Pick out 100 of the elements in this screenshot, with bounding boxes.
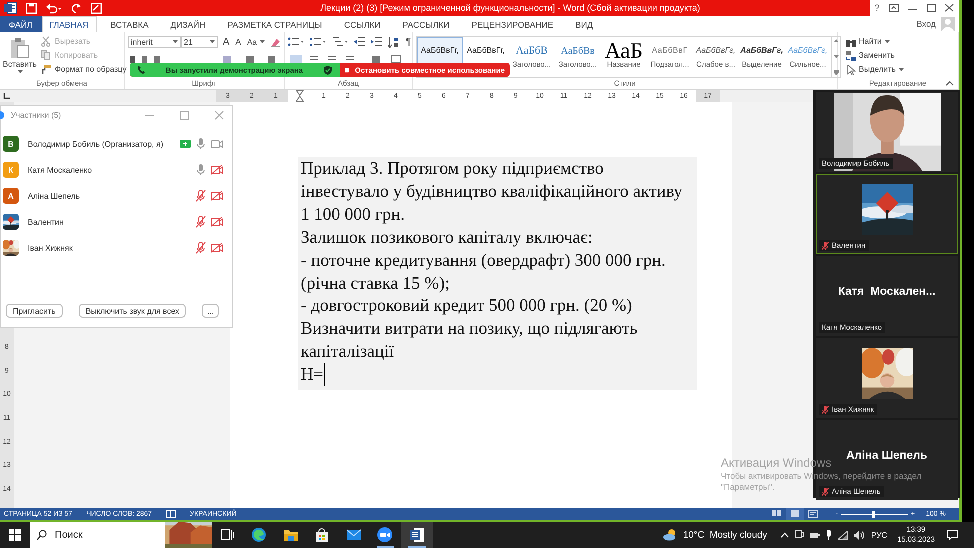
sign-in-link[interactable]: Вход (916, 19, 936, 29)
meet-icon[interactable] (795, 530, 804, 540)
brush-icon (41, 64, 52, 75)
save-icon[interactable] (26, 2, 37, 14)
ribbon-tab[interactable]: РАЗМЕТКА СТРАНИЦЫ (220, 16, 330, 32)
text-line: Визначити витрати на позику, що підлягають (301, 317, 638, 340)
decrease-indent-icon[interactable] (354, 37, 365, 47)
ribbon-display-icon[interactable] (889, 4, 900, 12)
multilevel-list-icon[interactable] (332, 37, 348, 47)
battery-icon[interactable] (810, 532, 820, 538)
redo-icon[interactable] (71, 2, 82, 14)
ribbon-tab[interactable]: ГЛАВНАЯ (42, 16, 97, 32)
weather-text[interactable]: 10°C Mostly cloudy (683, 530, 768, 540)
scissors-icon (41, 36, 52, 47)
ribbon-tab[interactable]: ФАЙЛ (0, 16, 42, 32)
grow-font-button[interactable]: A (222, 36, 231, 48)
stop-icon (345, 66, 350, 74)
text-line: 1 100 000 грн. (301, 202, 406, 226)
ribbon-tab[interactable]: РЕЦЕНЗИРОВАНИЕ (464, 16, 562, 32)
word-icon (4, 2, 17, 14)
start-icon[interactable] (9, 529, 21, 541)
notification-icon[interactable] (947, 530, 958, 540)
shrink-font-button[interactable]: A (234, 36, 242, 48)
show-marks-button[interactable]: ¶ (405, 36, 412, 48)
zoom-slider-thumb[interactable] (872, 510, 876, 518)
microphone-icon[interactable] (826, 530, 832, 540)
shield-icon (324, 66, 332, 74)
ribbon-tab[interactable]: ДИЗАЙН (162, 16, 214, 32)
network-icon[interactable] (838, 530, 848, 540)
copy-icon (41, 50, 52, 61)
help-button[interactable]: ? (874, 3, 880, 13)
caret-icon (18, 70, 22, 74)
avatar: К (3, 162, 19, 178)
bullets-icon[interactable] (288, 37, 304, 47)
editing-action[interactable]: Заменить (845, 49, 905, 62)
indent-marker-icon[interactable] (296, 90, 304, 102)
folder-icon (282, 527, 299, 543)
web-page-icon (808, 510, 818, 518)
avatar: В (3, 136, 19, 152)
replace-icon (846, 50, 856, 60)
participant-display-name: Катя Москален... (838, 286, 936, 298)
participant-name: Іван Хижняк (28, 244, 74, 252)
scroll-down-icon[interactable] (834, 54, 838, 58)
activation-text: "Параметры". (721, 482, 775, 493)
caret-icon (173, 40, 178, 44)
more-button[interactable]: ... (202, 304, 220, 318)
weather-icon[interactable] (663, 529, 678, 541)
maximize-icon[interactable] (926, 4, 936, 12)
print-layout-button[interactable] (786, 508, 804, 520)
clear-format-icon[interactable] (270, 36, 282, 48)
proofing-icon[interactable] (166, 510, 176, 518)
ribbon-tab[interactable]: ВИД (568, 16, 602, 32)
tab-stop-icon[interactable] (3, 92, 11, 100)
window-title: Лекции (2) (3) [Режим ограниченной функциональности] - Word (Сбой активации продукта) (320, 3, 702, 13)
change-case-button[interactable]: Aa (246, 36, 266, 48)
participant-name: Аліна Шепель (28, 192, 82, 200)
search-icon (37, 530, 47, 541)
sort-icon[interactable] (388, 36, 399, 48)
panel-button[interactable]: Пригласить (6, 304, 63, 318)
search-field[interactable]: Поиск (30, 522, 165, 548)
clipboard-icon (10, 37, 30, 59)
participant-name: Катя Москаленко (28, 166, 94, 174)
book-icon (772, 510, 782, 518)
undo-icon[interactable] (46, 2, 62, 14)
ribbon-tab[interactable]: ВСТАВКА (102, 16, 157, 32)
ribbon-tab[interactable]: РАССЫЛКИ (394, 16, 458, 32)
text-line: Залишок позикового капіталу включає: (301, 226, 593, 249)
input-language[interactable]: РУС (871, 530, 888, 540)
clipboard-action[interactable]: Формат по образцу (40, 63, 128, 76)
caret-icon (210, 40, 215, 44)
increase-indent-icon[interactable] (371, 37, 382, 47)
panel-button[interactable]: Выключить звук для всех (78, 304, 186, 318)
panel-title: Участники (5) (11, 111, 62, 120)
editing-action[interactable]: Найти (845, 35, 905, 48)
customize-icon[interactable] (91, 2, 102, 14)
avatar: А (3, 188, 19, 204)
store-icon (314, 527, 330, 543)
task-view-icon (220, 527, 236, 543)
participant-display-name: Аліна Шепель (846, 450, 928, 462)
scroll-up-icon[interactable] (834, 39, 838, 43)
font-name-field[interactable]: inherit (128, 36, 181, 48)
cursor-icon (846, 64, 856, 74)
text-line: - довгостроковий кредит 500 000 грн. (20 %) (301, 294, 632, 318)
more-styles-icon[interactable] (834, 70, 838, 75)
paste-button[interactable]: Вставить (3, 35, 37, 78)
text-line: інвестувало у будівництво кваліфікаційного активу (301, 180, 683, 203)
text-line: (річна ставка 15 %); (301, 272, 450, 294)
collapse-ribbon-icon[interactable] (946, 81, 954, 86)
font-size-field[interactable]: 21 (181, 36, 218, 48)
editing-action[interactable]: Выделить (845, 63, 905, 76)
word-icon (408, 527, 425, 543)
mail-icon (346, 527, 362, 543)
numbering-icon[interactable] (310, 37, 326, 47)
caret-icon (260, 40, 266, 44)
taskbar-app[interactable] (401, 522, 432, 548)
show-hidden-icons-icon[interactable] (781, 532, 790, 538)
ribbon-tab[interactable]: ССЫЛКИ (336, 16, 389, 32)
text-line: Приклад 3. Протягом року підприємство (301, 157, 604, 180)
volume-icon[interactable] (854, 530, 866, 540)
close-icon[interactable] (945, 4, 954, 12)
